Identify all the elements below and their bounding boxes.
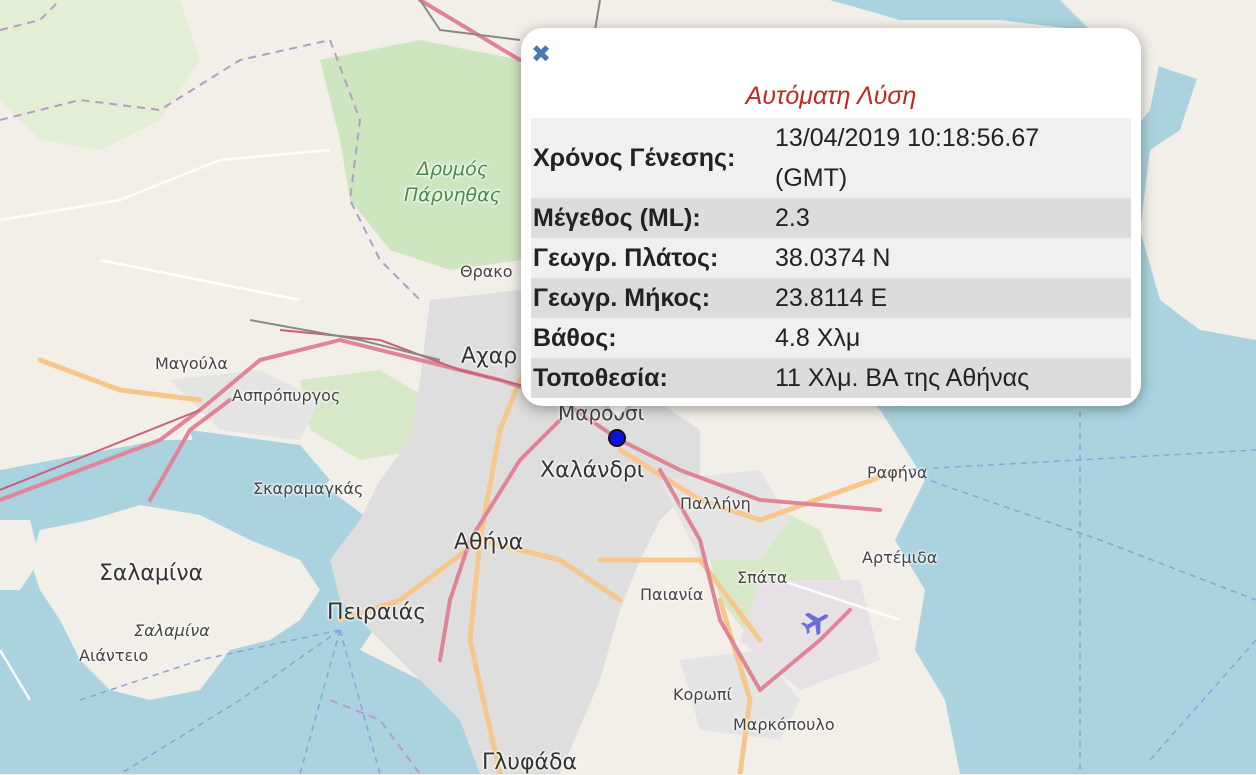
longitude-label: Γεωγρ. Μήκος: [533, 284, 711, 312]
place-label-salamina-town: Σαλαμίνα [134, 621, 210, 640]
place-label-chalandri: Χαλάνδρι [540, 458, 645, 483]
place-label-rafina: Ραφήνα [867, 463, 928, 482]
row-origin-time: Χρόνος Γένεσης: 13/04/2019 10:18:56.67 (G… [531, 118, 1131, 198]
origin-time-value-line1: 13/04/2019 10:18:56.67 [775, 124, 1040, 152]
close-icon[interactable]: ✖ [531, 42, 553, 66]
place-label-aianteio: Αιάντειο [79, 646, 149, 665]
latitude-label: Γεωγρ. Πλάτος: [533, 244, 719, 272]
place-label-aspropyrgos: Ασπρόπυργος [232, 386, 341, 405]
depth-label: Βάθος: [533, 324, 617, 352]
origin-time-value-line2: (GMT) [775, 164, 848, 192]
place-label-drymos: Δρυμός Πάρνηθας [404, 158, 501, 206]
epicenter-marker[interactable] [608, 429, 626, 447]
place-label-paiania: Παιανία [640, 585, 704, 604]
origin-time-label: Χρόνος Γένεσης: [533, 144, 736, 172]
longitude-value: 23.8114 E [775, 284, 888, 312]
earthquake-info-popup: ✖ Αυτόματη Λύση Χρόνος Γένεσης: 13/04/20… [521, 28, 1141, 406]
location-label: Τοποθεσία: [533, 364, 668, 392]
place-label-pallini: Παλλήνη [680, 494, 751, 513]
row-latitude: Γεωγρ. Πλάτος: 38.0374 N [531, 238, 1131, 278]
magnitude-label: Μέγεθος (ML): [533, 204, 701, 232]
row-location: Τοποθεσία: 11 Χλμ. ΒΑ της Αθήνας [531, 358, 1131, 398]
place-label-acharnes: Αχαρ [461, 344, 518, 369]
place-label-thrako: Θρακο [460, 262, 513, 281]
place-label-athina: Αθήνα [454, 530, 524, 555]
origin-time-value: 13/04/2019 10:18:56.67 (GMT) [771, 118, 1131, 198]
location-value: 11 Χλμ. ΒΑ της Αθήνας [775, 364, 1030, 392]
place-label-artemida: Αρτέμιδα [862, 548, 938, 567]
magnitude-value: 2.3 [775, 204, 810, 232]
place-label-salamina-island: Σαλαμίνα [99, 561, 204, 586]
row-longitude: Γεωγρ. Μήκος: 23.8114 E [531, 278, 1131, 318]
place-label-spata: Σπάτα [737, 568, 788, 587]
row-magnitude: Μέγεθος (ML): 2.3 [531, 198, 1131, 238]
place-label-glyfada: Γλυφάδα [482, 750, 577, 775]
latitude-value: 38.0374 N [775, 244, 891, 272]
place-label-markopoulo: Μαρκόπουλο [733, 715, 835, 734]
depth-value: 4.8 Χλμ [775, 324, 861, 352]
place-label-magoula: Μαγούλα [155, 354, 228, 373]
info-table: Χρόνος Γένεσης: 13/04/2019 10:18:56.67 (G… [531, 118, 1131, 398]
popup-title: Αυτόματη Λύση [745, 82, 917, 110]
place-label-peiraias: Πειραιάς [327, 600, 427, 625]
place-label-skaramangas: Σκαραμαγκάς [253, 479, 364, 498]
place-label-koropi: Κορωπί [673, 685, 732, 704]
row-depth: Βάθος: 4.8 Χλμ [531, 318, 1131, 358]
